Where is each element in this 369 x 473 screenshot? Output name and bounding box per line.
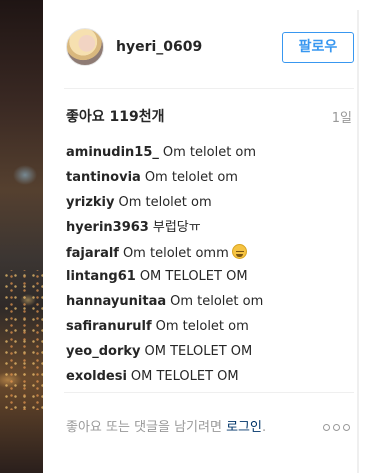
comment-text: Om telolet omm xyxy=(122,245,229,261)
comment: hyerin3963 부럽당ㅠ xyxy=(66,219,351,244)
login-prompt-text: 좋아요 또는 댓글을 남기려면 xyxy=(66,420,227,435)
post-header: hyeri_0609 팔로우 xyxy=(43,22,357,74)
comment-user[interactable]: lintang61 xyxy=(66,269,136,284)
comment-text: Om telolet om xyxy=(118,194,212,210)
post-time[interactable]: 1일 xyxy=(332,107,352,126)
comment: safiranurulf Om telolet om xyxy=(66,318,351,343)
comment-user[interactable]: tantinovia xyxy=(66,170,141,185)
username[interactable]: hyeri_0609 xyxy=(116,39,202,55)
comment-user[interactable]: exoldesi xyxy=(66,369,127,384)
comment: tantinovia Om telolet om xyxy=(66,169,351,194)
comment: fajaralf Om telolet omm xyxy=(66,243,351,269)
comment-text: OM TELOLET OM xyxy=(144,344,253,360)
comment-text: Om telolet om xyxy=(144,169,238,185)
comment-user[interactable]: hannayunitaa xyxy=(66,294,166,309)
post-photo[interactable] xyxy=(0,0,43,473)
comment-text: OM TELOLET OM xyxy=(139,269,248,285)
login-prompt: 좋아요 또는 댓글을 남기려면 로그인. xyxy=(66,416,356,436)
more-options-icon[interactable] xyxy=(323,424,350,431)
comment-user[interactable]: yrizkiy xyxy=(66,195,114,210)
comment-text: Om telolet om xyxy=(155,319,249,335)
comment: exoldesi OM TELOLET OM xyxy=(66,368,351,393)
comment-list: aminudin15_ Om telolet om tantinovia Om te… xyxy=(66,144,351,393)
comment-user[interactable]: safiranurulf xyxy=(66,319,152,334)
post-side-panel: hyeri_0609 팔로우 좋아요 119천개 1일 aminudin15_ O… xyxy=(43,0,357,473)
comment-text: 부럽당ㅠ xyxy=(152,219,201,235)
comment-text: Om telolet om xyxy=(162,145,257,160)
like-count[interactable]: 좋아요 119천개 xyxy=(66,106,165,126)
avatar[interactable] xyxy=(66,28,104,66)
comment-user[interactable]: fajaralf xyxy=(66,246,119,261)
divider xyxy=(64,392,354,393)
city-lights xyxy=(0,270,43,410)
sweat-face-emoji xyxy=(231,243,247,259)
login-link[interactable]: 로그인 xyxy=(226,420,262,435)
comment: aminudin15_ Om telolet om xyxy=(66,144,351,169)
comment-user[interactable]: hyerin3963 xyxy=(66,220,149,235)
comment: hannayunitaa Om telolet om xyxy=(66,293,351,318)
comment-text: OM TELOLET OM xyxy=(130,369,239,385)
comment-user[interactable]: aminudin15_ xyxy=(66,145,159,160)
right-border xyxy=(357,10,359,473)
comment: lintang61 OM TELOLET OM xyxy=(66,268,351,293)
comment: yeo_dorky OM TELOLET OM xyxy=(66,343,351,368)
comment-user[interactable]: yeo_dorky xyxy=(66,344,141,359)
comment: yrizkiy Om telolet om xyxy=(66,194,351,219)
follow-button[interactable]: 팔로우 xyxy=(282,32,354,63)
divider xyxy=(64,88,354,89)
comment-text: Om telolet om xyxy=(170,294,264,310)
login-prompt-suffix: . xyxy=(261,420,267,435)
